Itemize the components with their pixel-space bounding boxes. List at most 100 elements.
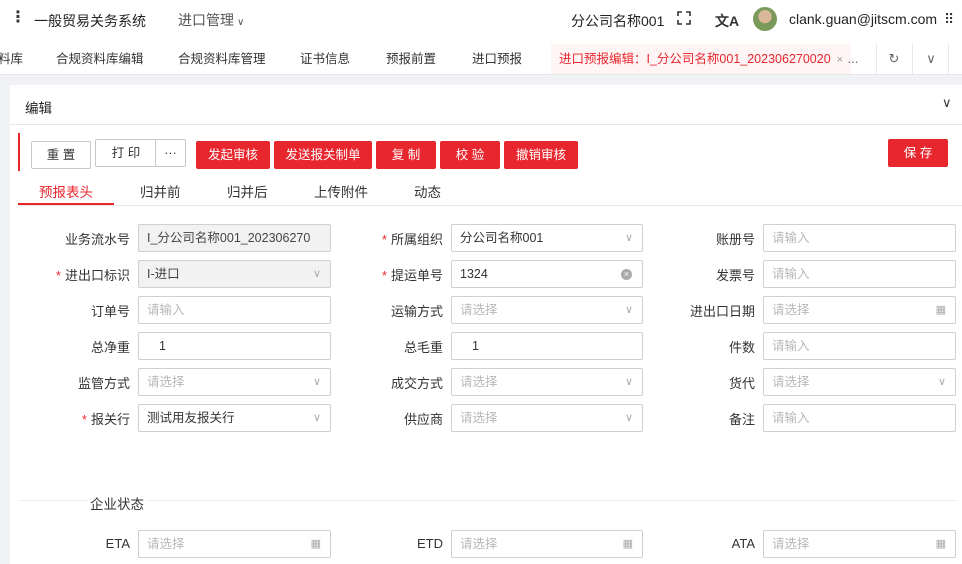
io-date-label: 进出口日期 [689, 304, 755, 319]
enterprise-status-title: 企业状态 [88, 493, 146, 513]
supplier-placeholder: 请选择 [460, 411, 498, 425]
fullscreen-icon[interactable] [677, 11, 691, 25]
org-value: 分公司名称001 [460, 231, 544, 245]
transport-select[interactable]: 请选择 ∨ [451, 296, 643, 324]
gross-weight-input[interactable]: 1 [451, 332, 643, 360]
forwarder-select[interactable]: 请选择 ∨ [763, 368, 956, 396]
chevron-down-icon: ∨ [624, 232, 633, 244]
invoice-no-input[interactable]: 请输入 [763, 260, 956, 288]
verify-button[interactable]: 校 验 [440, 141, 500, 169]
calendar-icon: ▦ [935, 304, 946, 316]
language-icon[interactable]: 文A [715, 11, 739, 31]
menu-icon[interactable]: ⋮ [10, 9, 26, 27]
divider [876, 44, 877, 74]
io-date-picker[interactable]: 请选择 ▦ [763, 296, 956, 324]
pieces-placeholder: 请输入 [772, 339, 810, 353]
forwarder-label: 货代 [728, 376, 755, 391]
eta-label: ETA [105, 536, 130, 551]
io-flag-label-text: 进出口标识 [64, 268, 130, 283]
panel-header: 编辑 ∨ [10, 85, 962, 125]
account-no-label: 账册号 [715, 232, 755, 247]
pieces-label: 件数 [728, 340, 755, 355]
org-select[interactable]: 分公司名称001 ∨ [451, 224, 643, 252]
order-no-input[interactable]: 请输入 [138, 296, 331, 324]
content-gap [0, 75, 962, 85]
user-email[interactable]: clank.guan@jitscm.com [789, 11, 937, 27]
section-divider [18, 500, 958, 501]
tab-after-merge[interactable]: 归并后 [227, 181, 268, 203]
supervision-label: 监管方式 [77, 376, 130, 391]
broker-value: 测试用友报关行 [147, 411, 235, 425]
settings-icon[interactable]: ⠿ [944, 11, 954, 28]
tab-item[interactable]: 证书信息 [300, 44, 350, 74]
app-title: 一般贸易关务系统 [34, 13, 146, 29]
bill-no-input[interactable]: 1324 × [451, 260, 643, 288]
tab-attachments[interactable]: 上传附件 [314, 181, 368, 203]
eta-date-picker[interactable]: 请选择 ▦ [138, 530, 331, 558]
ata-date-picker[interactable]: 请选择 ▦ [763, 530, 956, 558]
io-flag-select: I-进口 ∨ [138, 260, 331, 288]
calendar-icon: ▦ [310, 538, 321, 550]
serial-no-label: 业务流水号 [64, 232, 130, 247]
supplier-select[interactable]: 请选择 ∨ [451, 404, 643, 432]
module-label: 进口管理 [178, 12, 234, 28]
reset-button[interactable]: 重 置 [31, 141, 91, 169]
toolbar-accent [18, 133, 20, 171]
net-weight-input[interactable]: 1 [138, 332, 331, 360]
remark-label: 备注 [728, 412, 755, 427]
send-customs-button[interactable]: 发送报关制单 [274, 141, 372, 169]
ata-label: ATA [731, 536, 755, 551]
tab-dynamics[interactable]: 动态 [414, 181, 441, 203]
gross-weight-value: 1 [472, 339, 479, 353]
tabs-dropdown-icon[interactable]: ∨ [914, 44, 948, 74]
broker-select[interactable]: 测试用友报关行 ∨ [138, 404, 331, 432]
tab-item[interactable]: 预报前置 [386, 44, 436, 74]
bill-no-label-text: 提运单号 [390, 268, 443, 283]
etd-placeholder: 请选择 [460, 537, 498, 551]
io-flag-value: I-进口 [147, 267, 180, 281]
io-date-placeholder: 请选择 [772, 303, 810, 317]
tab-item[interactable]: 进口预报 [472, 44, 522, 74]
invoice-no-label: 发票号 [715, 268, 755, 283]
tab-item[interactable]: 合规资料库编辑 [56, 44, 144, 74]
content-gap-left [0, 75, 10, 564]
net-weight-label: 总净重 [90, 340, 130, 355]
etd-date-picker[interactable]: 请选择 ▦ [451, 530, 643, 558]
submit-review-button[interactable]: 发起审核 [196, 141, 270, 169]
tab-active[interactable]: 进口预报编辑：I_分公司名称001_202306270020 × [551, 44, 852, 74]
collapse-icon[interactable]: ∨ [942, 95, 952, 111]
supervision-select[interactable]: 请选择 ∨ [138, 368, 331, 396]
more-actions-button[interactable]: ··· [155, 139, 186, 167]
refresh-icon[interactable]: ↻ [878, 44, 910, 74]
print-button[interactable]: 打 印 [95, 139, 157, 167]
clear-icon[interactable]: × [621, 269, 632, 280]
cancel-review-button[interactable]: 撤销审核 [504, 141, 578, 169]
tab-item[interactable]: 合规资料库管理 [178, 44, 266, 74]
save-button[interactable]: 保 存 [888, 139, 948, 167]
org-label-text: 所属组织 [390, 232, 443, 247]
transport-label: 运输方式 [390, 304, 443, 319]
tab-before-merge[interactable]: 归并前 [140, 181, 181, 203]
serial-no-value: I_分公司名称001_202306270 [147, 231, 311, 245]
copy-button[interactable]: 复 制 [376, 141, 436, 169]
transport-placeholder: 请选择 [460, 303, 498, 317]
avatar[interactable] [753, 7, 777, 31]
account-no-input[interactable]: 请输入 [763, 224, 956, 252]
io-flag-label: * 进出口标识 [56, 265, 130, 284]
supervision-placeholder: 请选择 [147, 375, 185, 389]
chevron-down-icon: ∨ [237, 17, 245, 28]
gross-weight-label: 总毛重 [403, 340, 443, 355]
tab-item[interactable]: 料库 [0, 44, 23, 74]
company-name[interactable]: 分公司名称001 [571, 11, 664, 31]
deal-mode-select[interactable]: 请选择 ∨ [451, 368, 643, 396]
remark-input[interactable]: 请输入 [763, 404, 956, 432]
pieces-input[interactable]: 请输入 [763, 332, 956, 360]
ata-placeholder: 请选择 [772, 537, 810, 551]
top-bar: ⋮ 一般贸易关务系统 进口管理 ∨ 分公司名称001 文A clank.guan@… [0, 0, 962, 40]
tab-forecast-header[interactable]: 预报表头 [39, 181, 93, 203]
chevron-down-icon: ∨ [312, 268, 321, 280]
tabs-more-button[interactable]: ... [838, 44, 868, 74]
module-dropdown[interactable]: 进口管理 ∨ [178, 10, 244, 30]
required-mark: * [55, 268, 61, 283]
tab-label: 进口预报编辑：I_分公司名称001_202306270020 [559, 52, 831, 66]
